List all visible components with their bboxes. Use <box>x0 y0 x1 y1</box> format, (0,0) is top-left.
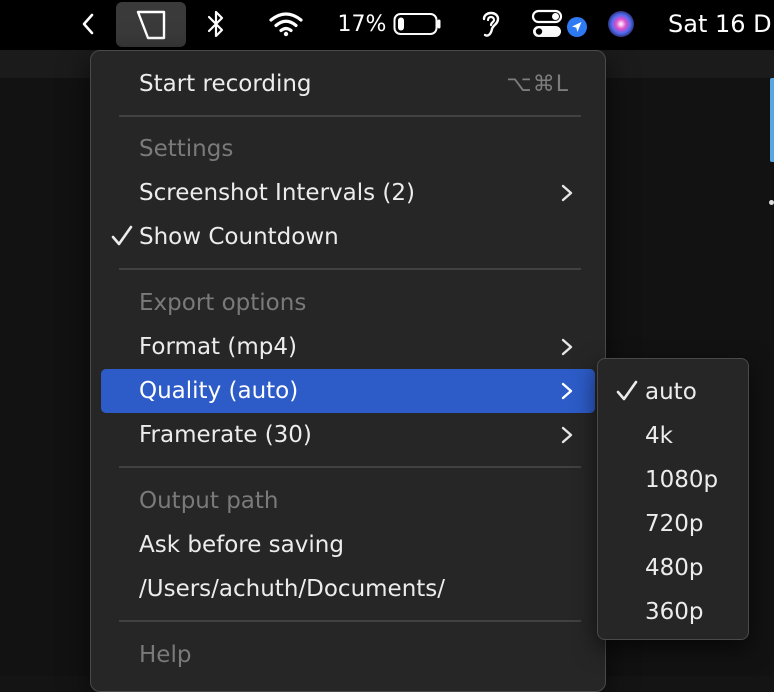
app-frame-icon[interactable] <box>116 2 186 47</box>
quality-option-label: 720p <box>645 511 704 537</box>
quality-option-1080p[interactable]: 1080p <box>604 458 742 502</box>
settings-header: Settings <box>139 136 234 162</box>
background-window-edge <box>770 78 774 162</box>
app-dropdown-menu: Start recording ⌥⌘L Settings Screenshot … <box>90 50 606 692</box>
help-section-header: Help <box>101 633 595 677</box>
quality-item[interactable]: Quality (auto) <box>101 369 595 413</box>
quality-option-label: auto <box>645 379 697 405</box>
show-countdown-label: Show Countdown <box>139 224 339 250</box>
chevron-right-icon <box>561 338 573 356</box>
quality-option-label: 1080p <box>645 467 719 493</box>
output-header: Output path <box>139 488 279 514</box>
format-item[interactable]: Format (mp4) <box>101 325 595 369</box>
chevron-right-icon <box>561 382 573 400</box>
battery-percent: 17% <box>337 11 387 37</box>
checkmark-icon <box>616 380 638 401</box>
menu-separator <box>119 115 581 117</box>
checkmark-icon <box>111 225 133 246</box>
hearing-icon[interactable] <box>476 0 506 48</box>
chevron-right-icon <box>561 184 573 202</box>
siri-icon[interactable] <box>604 0 638 48</box>
background-dot <box>769 200 774 205</box>
quality-option-auto[interactable]: auto <box>604 370 742 414</box>
ask-before-saving-item[interactable]: Ask before saving <box>101 523 595 567</box>
quality-option-label: 480p <box>645 555 704 581</box>
framerate-item[interactable]: Framerate (30) <box>101 413 595 457</box>
framerate-label: Framerate (30) <box>139 422 312 448</box>
chevron-right-icon <box>561 426 573 444</box>
output-section-header: Output path <box>101 479 595 523</box>
bluetooth-icon[interactable] <box>202 0 230 48</box>
quality-option-360p[interactable]: 360p <box>604 590 742 634</box>
menubar-clock[interactable]: Sat 16 D <box>668 0 774 48</box>
quality-option-720p[interactable]: 720p <box>604 502 742 546</box>
wifi-icon[interactable] <box>266 0 306 48</box>
documents-path-item[interactable]: /Users/achuth/Documents/ <box>101 567 595 611</box>
start-recording-item[interactable]: Start recording ⌥⌘L <box>101 62 595 106</box>
screenshot-intervals-item[interactable]: Screenshot Intervals (2) <box>101 171 595 215</box>
chevron-left-icon[interactable] <box>76 0 100 48</box>
export-header: Export options <box>139 290 307 316</box>
quality-label: Quality (auto) <box>139 378 299 404</box>
start-recording-shortcut: ⌥⌘L <box>506 71 569 97</box>
help-header: Help <box>139 642 192 668</box>
location-icon <box>564 0 590 48</box>
control-center-icon[interactable] <box>530 0 566 48</box>
quality-submenu: auto 4k 1080p 720p 480p 360p <box>597 358 749 640</box>
show-countdown-item[interactable]: Show Countdown <box>101 215 595 259</box>
battery-icon[interactable] <box>392 0 444 48</box>
quality-option-4k[interactable]: 4k <box>604 414 742 458</box>
menu-separator <box>119 466 581 468</box>
screenshot-intervals-label: Screenshot Intervals (2) <box>139 180 415 206</box>
quality-option-label: 360p <box>645 599 704 625</box>
format-label: Format (mp4) <box>139 334 297 360</box>
quality-option-label: 4k <box>645 423 673 449</box>
start-recording-label: Start recording <box>139 71 312 97</box>
menu-bar: 17% Sat 16 D <box>0 0 774 50</box>
menu-separator <box>119 268 581 270</box>
quality-option-480p[interactable]: 480p <box>604 546 742 590</box>
menu-separator <box>119 620 581 622</box>
settings-section-header: Settings <box>101 127 595 171</box>
documents-path-label: /Users/achuth/Documents/ <box>139 576 446 602</box>
ask-before-saving-label: Ask before saving <box>139 532 344 558</box>
export-section-header: Export options <box>101 281 595 325</box>
